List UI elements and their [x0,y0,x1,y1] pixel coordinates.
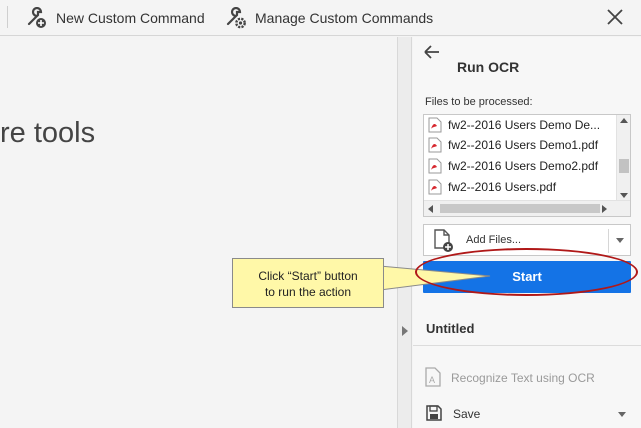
pdf-file-icon [428,179,442,195]
panel-collapse-strip[interactable] [398,37,412,428]
close-icon [607,9,623,25]
file-name: fw2--2016 Users.pdf [448,180,557,194]
main-heading-partial: re tools [0,117,96,149]
action-label: Recognize Text using OCR [451,371,595,385]
toolbar-separator [7,6,8,28]
scroll-up-icon[interactable] [620,118,628,123]
divider [413,345,641,346]
back-button[interactable] [423,44,441,60]
pdf-file-icon [428,117,442,133]
list-item[interactable]: fw2--2016 Users Demo2.pdf [428,156,598,176]
svg-text:A: A [429,375,435,385]
start-button[interactable]: Start [423,261,631,293]
list-item[interactable]: fw2--2016 Users Demo De... [428,115,600,135]
divider [608,229,609,253]
file-name: fw2--2016 Users Demo1.pdf [448,138,599,152]
main-content-area: re tools [0,37,398,428]
action-label: Save [453,407,481,421]
new-custom-command-label: New Custom Command [56,10,205,26]
callout-line-1: Click “Start” button [258,269,358,283]
chevron-down-icon[interactable] [616,238,624,243]
pdf-file-icon [428,158,442,174]
new-custom-command-button[interactable]: New Custom Command [26,6,205,30]
manage-custom-commands-label: Manage Custom Commands [255,10,434,26]
save-icon [425,404,443,425]
close-button[interactable] [605,7,625,27]
add-files-label: Add Files... [466,234,522,246]
list-item[interactable]: fw2--2016 Users.pdf [428,177,556,197]
horizontal-scrollbar[interactable] [424,200,630,216]
wrench-gear-icon [225,7,247,29]
wrench-plus-icon [26,7,48,29]
top-toolbar: New Custom Command Manage Custom Command… [0,0,641,36]
collapse-arrow-icon[interactable] [402,326,408,336]
file-list[interactable]: fw2--2016 Users Demo De... fw2--2016 Use… [423,114,631,217]
scroll-thumb[interactable] [440,204,600,213]
callout-line-2: to run the action [264,285,352,299]
list-item[interactable]: fw2--2016 Users Demo1.pdf [428,135,598,155]
pdf-file-icon [428,137,442,153]
back-arrow-icon [424,45,439,59]
scroll-right-icon[interactable] [602,205,607,213]
panel-title: Run OCR [457,59,520,75]
file-name: fw2--2016 Users Demo2.pdf [448,159,599,173]
scroll-left-icon[interactable] [428,205,433,213]
files-to-process-label: Files to be processed: [425,96,533,108]
action-save[interactable]: Save [425,403,480,425]
callout-tooltip: Click “Start” button to run the action [232,258,384,308]
right-panel: Run OCR Files to be processed: fw2--2016… [413,37,641,428]
ocr-document-icon: A [425,366,441,390]
add-files-button[interactable]: Add Files... [423,224,631,256]
action-list-title: Untitled [426,321,475,336]
manage-custom-commands-button[interactable]: Manage Custom Commands [225,6,433,30]
scroll-down-icon[interactable] [620,193,628,198]
action-recognize-text[interactable]: A Recognize Text using OCR [425,366,595,390]
vertical-scrollbar[interactable] [616,115,630,201]
file-name: fw2--2016 Users Demo De... [448,118,601,132]
chevron-down-icon[interactable] [618,412,626,417]
add-file-icon [432,228,456,259]
scroll-thumb[interactable] [619,159,629,173]
